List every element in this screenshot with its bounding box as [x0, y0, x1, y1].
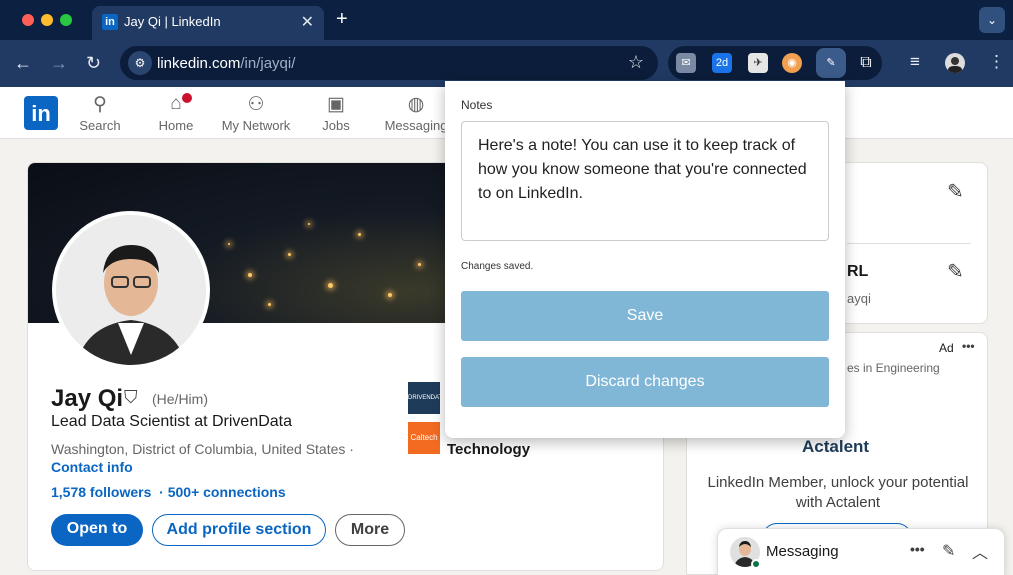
briefcase-icon: ▣ [327, 94, 345, 115]
messaging-more-icon[interactable]: ••• [910, 541, 925, 557]
extensions-puzzle-icon[interactable]: ⧉ [856, 53, 876, 73]
bookmark-star-icon[interactable]: ☆ [628, 52, 644, 73]
minimize-window-button[interactable] [41, 14, 53, 26]
extensions-area: ✉ 2d ✈ ◉ ✎ ⧉ [668, 46, 882, 80]
edit-url-pencil-icon[interactable]: ✎ [947, 259, 964, 284]
verified-shield-icon[interactable]: ⛉ [124, 387, 138, 408]
notes-textarea[interactable]: Here's a note! You can use it to keep tr… [461, 121, 829, 241]
reading-list-icon[interactable]: ≡ [910, 52, 920, 72]
ad-more-icon[interactable]: ••• [962, 339, 975, 353]
tab-title: Jay Qi | LinkedIn [124, 14, 221, 29]
discard-changes-button[interactable]: Discard changes [461, 357, 829, 407]
ad-label: Ad [939, 341, 954, 355]
linkedin-logo[interactable]: in [24, 96, 58, 130]
drivendata-logo[interactable]: DRIVENDATA [408, 382, 446, 414]
profile-headline: Lead Data Scientist at DrivenData [51, 413, 293, 430]
maximize-window-button[interactable] [60, 14, 72, 26]
close-tab-icon[interactable]: ✕ [301, 12, 314, 32]
chat-icon: ◍ [407, 94, 425, 115]
new-tab-button[interactable]: + [336, 8, 348, 31]
close-window-button[interactable] [22, 14, 34, 26]
back-button[interactable]: ← [14, 53, 32, 74]
notes-extension-icon[interactable]: ✎ [816, 48, 846, 78]
more-button[interactable]: More [335, 514, 405, 546]
person-icon [948, 57, 962, 73]
add-profile-section-button[interactable]: Add profile section [152, 514, 326, 546]
tab-search-button[interactable]: ⌄ [979, 7, 1005, 33]
person-icon [56, 215, 206, 365]
extension-icon-3[interactable]: ✈ [748, 53, 768, 73]
nav-jobs[interactable]: ▣ Jobs [296, 93, 376, 133]
nav-messaging[interactable]: ◍ Messaging [376, 93, 456, 133]
public-url-text: ayqi [847, 291, 871, 306]
calendar-extension-icon[interactable]: 2d [712, 53, 732, 73]
nav-my-network[interactable]: ⚇ My Network [216, 93, 296, 133]
network-icon: ⚇ [247, 94, 265, 115]
site-settings-icon[interactable]: ⚙ [128, 51, 152, 75]
profile-name: Jay Qi [51, 385, 124, 412]
messaging-label: Messaging [766, 543, 839, 560]
profile-avatar[interactable] [945, 53, 965, 73]
actalent-logo[interactable]: Actalent [802, 437, 869, 457]
chevron-up-icon[interactable]: ︿ [972, 539, 988, 563]
address-bar[interactable]: ⚙ linkedin.com/in/jayqi/ ☆ [120, 46, 658, 80]
profile-location: Washington, District of Columbia, United… [51, 441, 354, 457]
mail-extension-icon[interactable]: ✉ [676, 53, 696, 73]
edit-pencil-icon[interactable]: ✎ [947, 179, 964, 204]
education-name[interactable]: Technology [447, 441, 530, 458]
ad-tagline: es in Engineering [847, 361, 940, 375]
search-icon: ⚲ [93, 94, 107, 115]
compose-icon[interactable]: ✎ [942, 541, 955, 561]
reload-button[interactable]: ↻ [86, 53, 101, 74]
profile-pronouns: (He/Him) [152, 391, 208, 407]
contact-info-link[interactable]: Contact info [51, 459, 133, 475]
notes-label: Notes [461, 98, 493, 112]
browser-menu-icon[interactable]: ⋮ [988, 52, 1005, 72]
save-status: Changes saved. [461, 261, 534, 272]
online-status-dot [751, 559, 761, 569]
linkedin-favicon-icon: in [102, 14, 118, 30]
followers-connections[interactable]: 1,578 followers · 500+ connections [51, 484, 286, 500]
home-icon: ⌂ [170, 93, 182, 114]
ad-text: LinkedIn Member, unlock your potential w… [707, 474, 969, 511]
notes-extension-popup: Notes Here's a note! You can use it to k… [445, 81, 845, 438]
nav-home[interactable]: ⌂ Home [136, 93, 216, 133]
public-url-heading: RL [847, 263, 869, 280]
nav-search[interactable]: ⚲ Search [60, 93, 140, 133]
messaging-bar[interactable]: Messaging ••• ✎ ︿ [717, 528, 1005, 575]
browser-tab[interactable]: in Jay Qi | LinkedIn ✕ [92, 6, 324, 40]
extension-icon-4[interactable]: ◉ [782, 53, 802, 73]
url-text: linkedin.com/in/jayqi/ [157, 55, 296, 72]
notification-dot [180, 91, 194, 105]
save-button[interactable]: Save [461, 291, 829, 341]
forward-button[interactable]: → [50, 53, 68, 74]
divider [847, 243, 971, 244]
open-to-button[interactable]: Open to [51, 514, 143, 546]
profile-photo[interactable] [52, 211, 210, 369]
caltech-logo[interactable]: Caltech [408, 422, 440, 454]
